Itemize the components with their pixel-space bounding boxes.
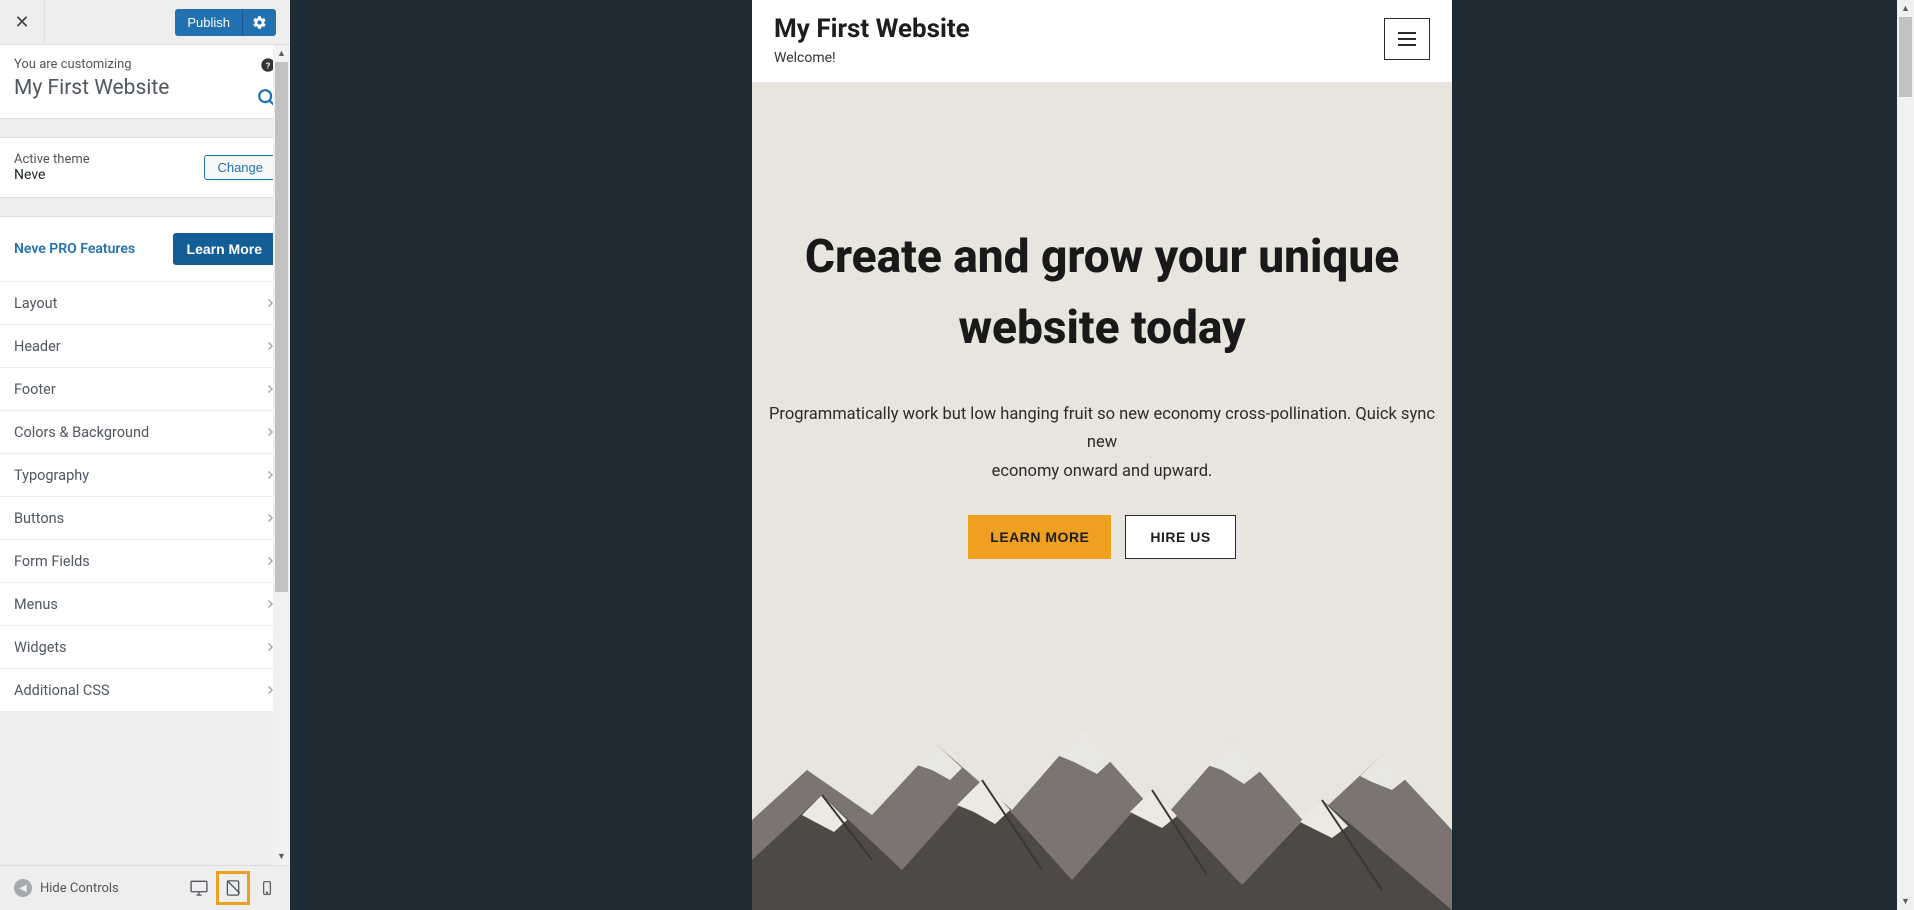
sidebar-item-colors-background[interactable]: Colors & Background [0,411,290,454]
sidebar-item-label: Header [14,338,61,355]
gear-icon [252,15,267,30]
sidebar-scroll-area: ? You are customizing My First Website A… [0,45,290,865]
hide-controls-label: Hide Controls [40,881,119,896]
learn-more-button[interactable]: Learn More [173,233,276,265]
sidebar-item-widgets[interactable]: Widgets [0,626,290,669]
hero-heading: Create and grow your unique website toda… [782,222,1422,365]
scroll-down-icon[interactable]: ▼ [1897,893,1914,910]
sidebar-item-label: Typography [14,467,89,484]
device-tablet-button[interactable] [216,871,250,905]
hide-controls-button[interactable]: ◀ Hide Controls [6,879,127,897]
scroll-up-icon[interactable]: ▲ [1897,0,1914,17]
preview-site-header: My First Website Welcome! [752,0,1452,82]
hero-cta-hire-us[interactable]: HIRE US [1125,515,1235,559]
site-info-block: ? You are customizing My First Website [0,45,290,119]
device-preview-buttons [182,871,284,905]
pro-features-label: Neve PRO Features [14,241,135,257]
sidebar-content: ? You are customizing My First Website A… [0,45,290,712]
collapse-icon: ◀ [14,879,32,897]
hero-content: Create and grow your unique website toda… [752,82,1452,559]
sidebar-item-label: Colors & Background [14,424,149,441]
sidebar-item-buttons[interactable]: Buttons [0,497,290,540]
mobile-icon [259,879,275,897]
hero-section: Create and grow your unique website toda… [752,82,1452,910]
change-theme-button[interactable]: Change [204,155,276,180]
hero-paragraph: Programmatically work but low hanging fr… [762,401,1442,488]
sidebar-item-label: Form Fields [14,553,90,570]
sidebar-item-menus[interactable]: Menus [0,583,290,626]
sidebar-top-bar: ✕ Publish [0,0,290,45]
scrollbar-thumb[interactable] [1899,17,1912,97]
sidebar-item-form-fields[interactable]: Form Fields [0,540,290,583]
section-gap [0,198,290,216]
sidebar-bottom-bar: ◀ Hide Controls [0,865,290,910]
sidebar-item-additional-css[interactable]: Additional CSS [0,669,290,712]
scroll-up-icon[interactable]: ▲ [273,45,290,62]
preview-site-title[interactable]: My First Website [774,14,970,44]
sidebar-item-label: Layout [14,295,57,312]
mobile-menu-button[interactable] [1384,18,1430,60]
tablet-icon [224,879,242,897]
preview-scrollbar[interactable]: ▲ ▼ [1897,0,1914,910]
sidebar-item-label: Additional CSS [14,682,110,699]
sidebar-item-layout[interactable]: Layout [0,282,290,325]
scroll-down-icon[interactable]: ▼ [273,848,290,865]
hamburger-icon [1398,38,1416,40]
scrollbar-thumb[interactable] [275,62,288,592]
sidebar-item-header[interactable]: Header [0,325,290,368]
active-theme-label: Active theme [14,152,90,167]
sidebar-item-label: Footer [14,381,56,398]
sidebar-item-label: Menus [14,596,58,613]
sidebar-item-typography[interactable]: Typography [0,454,290,497]
device-desktop-button[interactable] [182,871,216,905]
hero-cta-row: LEARN MORE HIRE US [752,515,1452,559]
customizing-label: You are customizing [14,57,276,72]
close-customizer-button[interactable]: ✕ [0,0,45,45]
pro-features-row: Neve PRO Features Learn More [0,216,290,282]
active-theme-block: Active theme Neve Change [0,137,290,198]
sidebar-item-footer[interactable]: Footer [0,368,290,411]
svg-text:?: ? [266,61,270,71]
sidebar-site-title: My First Website [14,76,276,100]
desktop-icon [189,878,209,898]
device-mobile-button[interactable] [250,871,284,905]
section-gap [0,119,290,137]
close-icon: ✕ [14,12,29,33]
sidebar-scrollbar[interactable]: ▲ ▼ [273,45,290,865]
preview-area: My First Website Welcome! Create and gro… [290,0,1914,910]
app-root: ✕ Publish ? You are customizing [0,0,1914,910]
sidebar-item-label: Widgets [14,639,67,656]
publish-button[interactable]: Publish [175,9,242,36]
hero-cta-learn-more[interactable]: LEARN MORE [968,515,1111,559]
hero-mountain-image [752,670,1452,910]
publish-settings-button[interactable] [242,9,276,36]
active-theme-name: Neve [14,167,90,183]
sidebar-item-label: Buttons [14,510,64,527]
customizer-sidebar: ✕ Publish ? You are customizing [0,0,290,910]
tablet-preview-frame: My First Website Welcome! Create and gro… [752,0,1452,910]
preview-site-titles: My First Website Welcome! [774,14,970,66]
publish-button-group: Publish [175,9,276,36]
preview-tagline: Welcome! [774,50,970,66]
